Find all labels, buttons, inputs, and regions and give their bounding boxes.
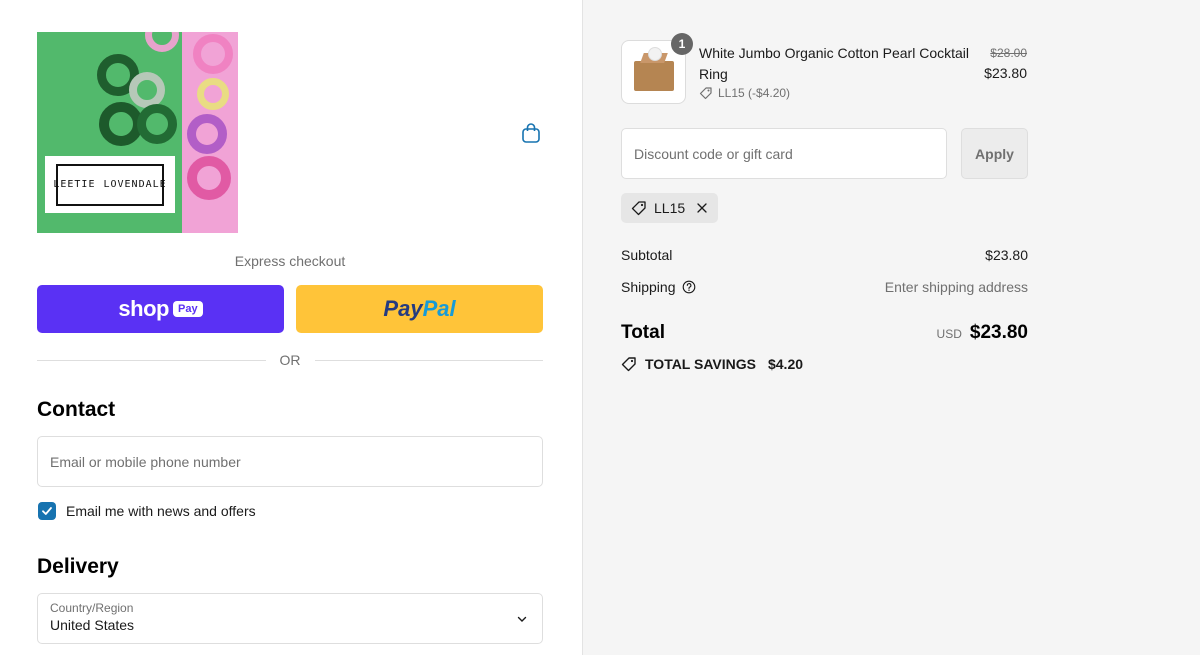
shipping-value: Enter shipping address [884, 279, 1028, 295]
product-image [633, 47, 674, 91]
newsletter-checkbox[interactable] [38, 502, 56, 520]
contact-heading: Contact [37, 398, 116, 421]
applied-discount-chip: LL15 [621, 193, 719, 223]
paypal-button[interactable]: Pay Pal [296, 285, 543, 333]
newsletter-option[interactable]: Email me with news and offers [38, 502, 256, 520]
country-label: Country/Region [50, 601, 134, 615]
country-value: United States [50, 617, 135, 633]
total-row: Total USD $23.80 [621, 322, 1028, 344]
logo-text: LEETIE [53, 179, 96, 190]
shipping-row: Shipping Enter shipping address [621, 279, 1028, 295]
total-value: $23.80 [969, 322, 1028, 343]
remove-code-button[interactable] [696, 202, 708, 214]
logo-earring [187, 156, 231, 200]
product-name: White Jumbo Organic Cotton Pearl Cocktai… [699, 45, 969, 82]
total-savings: TOTAL SAVINGS $4.20 [621, 356, 803, 372]
quantity-badge: 1 [671, 33, 693, 55]
subtotal-value: $23.80 [985, 247, 1028, 263]
logo-plate: LEETIE LOVENDALE [45, 156, 175, 213]
applied-code: LL15 [654, 200, 686, 216]
country-select[interactable]: Country/Region United States [37, 593, 543, 644]
subtotal-label: Subtotal [621, 247, 673, 263]
checkout-main: LEETIE LOVENDALE Express checkout shop P… [0, 0, 582, 655]
logo-earring [137, 104, 177, 144]
checkmark-icon [42, 507, 52, 515]
price-final: $23.80 [984, 65, 1027, 81]
currency-code: USD [936, 327, 962, 341]
close-icon [697, 203, 707, 213]
savings-value: $4.20 [767, 356, 804, 372]
shop-pay-button[interactable]: shop Pay [37, 285, 284, 333]
savings-label: TOTAL SAVINGS [645, 356, 756, 372]
tag-icon [621, 357, 636, 372]
or-divider: OR [37, 350, 543, 370]
shopping-bag-icon[interactable] [520, 122, 542, 144]
logo-earring [187, 114, 227, 154]
store-logo[interactable]: LEETIE LOVENDALE [37, 32, 238, 233]
tag-icon [631, 201, 646, 216]
order-summary: 1 White Jumbo Organic Cotton Pearl Cockt… [582, 0, 1200, 655]
logo-text: LOVENDALE [103, 179, 167, 190]
product-discount: LL15 (-$4.20) [699, 86, 790, 100]
paypal-wordmark-1: Pay [383, 296, 423, 321]
express-checkout-label: Express checkout [234, 253, 346, 269]
chevron-down-icon [517, 616, 527, 622]
divider-line [314, 359, 543, 361]
divider-line [37, 359, 266, 361]
subtotal-row: Subtotal $23.80 [621, 247, 1028, 263]
logo-wordmark: LEETIE LOVENDALE [53, 163, 167, 206]
newsletter-label: Email me with news and offers [66, 503, 256, 519]
total-label: Total [621, 322, 665, 343]
shipping-label: Shipping [621, 279, 676, 295]
discount-code-input[interactable] [621, 128, 947, 179]
shop-pay-pill: Pay [172, 301, 203, 317]
paypal-wordmark-2: Pal [422, 296, 456, 321]
email-field[interactable] [37, 436, 543, 487]
logo-earring [129, 72, 165, 108]
total-amount: USD $23.80 [937, 322, 1028, 344]
help-icon[interactable] [682, 280, 696, 294]
product-discount-text: LL15 (-$4.20) [718, 86, 791, 100]
logo-earring [145, 32, 179, 52]
or-text: OR [279, 352, 301, 368]
shipping-label-group: Shipping [621, 279, 696, 295]
delivery-heading: Delivery [37, 555, 119, 578]
tag-icon [699, 87, 712, 100]
apply-button[interactable]: Apply [961, 128, 1028, 179]
logo-earring [197, 78, 229, 110]
shop-pay-wordmark: shop [118, 296, 169, 321]
price-original: $28.00 [990, 46, 1027, 60]
logo-earring [193, 34, 233, 74]
